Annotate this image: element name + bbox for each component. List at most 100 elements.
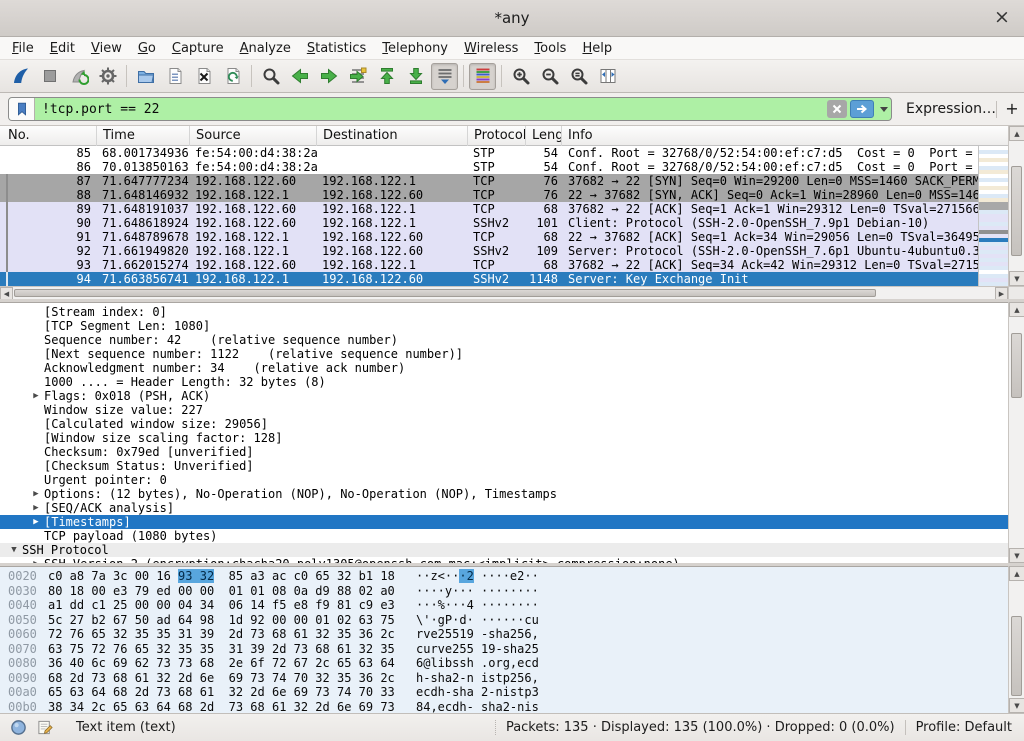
detail-line[interactable]: [Stream index: 0] <box>0 305 1008 319</box>
detail-line[interactable]: [Next sequence number: 1122 (relative se… <box>0 347 1008 361</box>
filter-bookmark-button[interactable] <box>9 97 35 121</box>
scroll-down-arrow[interactable]: ▼ <box>1009 548 1024 563</box>
scroll-up-arrow[interactable]: ▲ <box>1009 566 1024 581</box>
detail-line[interactable]: Urgent pointer: 0 <box>0 473 1008 487</box>
hex-ascii[interactable]: ecdh-sha 2-nistp3 <box>416 685 539 700</box>
menu-view[interactable]: View <box>83 37 130 60</box>
detail-line[interactable]: ▼SSH Protocol <box>0 543 1008 557</box>
hex-bytes[interactable]: 80 18 00 e3 79 ed 00 00 01 01 08 0a d9 8… <box>48 584 395 599</box>
file-close-button[interactable] <box>190 63 217 90</box>
column-header-source[interactable]: Source <box>190 126 317 146</box>
intelligent-scrollbar-minimap[interactable] <box>978 146 1008 286</box>
scroll-up-arrow[interactable]: ▲ <box>1009 126 1024 141</box>
zoom-in-button[interactable] <box>507 63 534 90</box>
packet-row-92[interactable]: 9271.661949820192.168.122.1192.168.122.6… <box>0 244 978 258</box>
resize-columns-button[interactable] <box>594 63 621 90</box>
detail-line[interactable]: Checksum: 0x79ed [unverified] <box>0 445 1008 459</box>
expression-button[interactable]: Expression… <box>906 93 996 126</box>
hex-bytes[interactable]: c0 a8 7a 3c 00 16 93 32 85 a3 ac c0 65 3… <box>48 569 395 584</box>
expander-collapsed-icon[interactable]: ▶ <box>28 501 44 515</box>
hex-bytes[interactable]: a1 dd c1 25 00 00 04 34 06 14 f5 e8 f9 8… <box>48 598 395 613</box>
packet-row-89[interactable]: 8971.648191037192.168.122.60192.168.122.… <box>0 202 978 216</box>
hex-bytes[interactable]: 63 75 72 76 65 32 35 35 31 39 2d 73 68 6… <box>48 642 395 657</box>
hex-ascii[interactable]: ···%···4 ········ <box>416 598 539 613</box>
find-packet-button[interactable] <box>257 63 284 90</box>
expander-collapsed-icon[interactable]: ▶ <box>28 487 44 501</box>
detail-line[interactable]: [Checksum Status: Unverified] <box>0 459 1008 473</box>
menu-tools[interactable]: Tools <box>526 37 574 60</box>
hex-ascii[interactable]: ··z<···2 ····e2·· <box>416 569 539 584</box>
scroll-down-arrow[interactable]: ▼ <box>1009 698 1024 713</box>
details-vscrollbar[interactable]: ▲ ▼ <box>1008 302 1024 563</box>
detail-line[interactable]: Sequence number: 42 (relative sequence n… <box>0 333 1008 347</box>
hex-row-0030[interactable]: 003080 18 00 e3 79 ed 00 00 01 01 08 0a … <box>0 584 1008 599</box>
zoom-out-button[interactable] <box>536 63 563 90</box>
packet-row-94[interactable]: 9471.663856741192.168.122.1192.168.122.6… <box>0 272 978 286</box>
menu-telephony[interactable]: Telephony <box>374 37 456 60</box>
packet-list-hscrollbar[interactable]: ◀ ▶ <box>0 286 1008 299</box>
menu-capture[interactable]: Capture <box>164 37 232 60</box>
hex-row-0060[interactable]: 006072 76 65 32 35 35 31 39 2d 73 68 61 … <box>0 627 1008 642</box>
packet-row-90[interactable]: 9071.648618924192.168.122.60192.168.122.… <box>0 216 978 230</box>
detail-line[interactable]: ▶[Timestamps] <box>0 515 1008 529</box>
filter-clear-button[interactable] <box>827 100 847 118</box>
capture-start-button[interactable] <box>7 63 34 90</box>
colorize-button[interactable] <box>469 63 496 90</box>
menu-wireless[interactable]: Wireless <box>456 37 526 60</box>
expander-expanded-icon[interactable]: ▼ <box>6 543 22 557</box>
go-last-button[interactable] <box>402 63 429 90</box>
detail-line[interactable]: ▶Flags: 0x018 (PSH, ACK) <box>0 389 1008 403</box>
scroll-down-arrow[interactable]: ▼ <box>1009 271 1024 286</box>
zoom-reset-button[interactable] <box>565 63 592 90</box>
detail-line[interactable]: ▶Options: (12 bytes), No-Operation (NOP)… <box>0 487 1008 501</box>
column-header-destination[interactable]: Destination <box>317 126 468 146</box>
filter-apply-button[interactable] <box>850 100 874 118</box>
bytes-vscrollbar[interactable]: ▲ ▼ <box>1008 566 1024 713</box>
filter-history-dropdown[interactable] <box>877 97 891 121</box>
detail-line[interactable]: [TCP Segment Len: 1080] <box>0 319 1008 333</box>
column-header-protocol[interactable]: Protocol <box>468 126 526 146</box>
hex-ascii[interactable]: rve25519 -sha256, <box>416 627 539 642</box>
display-filter-input[interactable]: !tcp.port == 22 <box>8 97 892 121</box>
hex-bytes[interactable]: 38 34 2c 65 63 64 68 2d 73 68 61 32 2d 6… <box>48 700 395 714</box>
go-back-button[interactable] <box>286 63 313 90</box>
column-header-no[interactable]: No. <box>0 126 97 146</box>
go-to-packet-button[interactable] <box>344 63 371 90</box>
capture-options-button[interactable] <box>94 63 121 90</box>
detail-line[interactable]: TCP payload (1080 bytes) <box>0 529 1008 543</box>
capture-comment-icon[interactable] <box>37 719 54 736</box>
column-header-length[interactable]: Length <box>526 126 562 146</box>
hex-bytes[interactable]: 68 2d 73 68 61 32 2d 6e 69 73 74 70 32 3… <box>48 671 395 686</box>
packet-row-91[interactable]: 9171.648789678192.168.122.1192.168.122.6… <box>0 230 978 244</box>
hex-ascii[interactable]: \'·gP·d· ······cu <box>416 613 539 628</box>
capture-restart-button[interactable] <box>65 63 92 90</box>
packet-list-vscrollbar[interactable]: ▲ ▼ <box>1008 126 1024 286</box>
detail-line[interactable]: 1000 .... = Header Length: 32 bytes (8) <box>0 375 1008 389</box>
packet-row-93[interactable]: 9371.662015274192.168.122.60192.168.122.… <box>0 258 978 272</box>
packet-row-88[interactable]: 8871.648146932192.168.122.1192.168.122.6… <box>0 188 978 202</box>
expander-collapsed-icon[interactable]: ▶ <box>28 515 44 529</box>
packet-row-86[interactable]: 8670.013850163fe:54:00:d4:38:2aSTP54Conf… <box>0 160 978 174</box>
packet-row-87[interactable]: 8771.647777234192.168.122.60192.168.122.… <box>0 174 978 188</box>
menu-help[interactable]: Help <box>574 37 620 60</box>
scroll-thumb[interactable] <box>1011 166 1022 256</box>
scroll-thumb[interactable] <box>1011 616 1022 696</box>
hex-row-0020[interactable]: 0020c0 a8 7a 3c 00 16 93 32 85 a3 ac c0 … <box>0 569 1008 584</box>
hex-ascii[interactable]: ····y··· ········ <box>416 584 539 599</box>
file-save-button[interactable] <box>161 63 188 90</box>
detail-line[interactable]: Window size value: 227 <box>0 403 1008 417</box>
hex-ascii[interactable]: 84,ecdh- sha2-nis <box>416 700 539 714</box>
hex-row-0040[interactable]: 0040a1 dd c1 25 00 00 04 34 06 14 f5 e8 … <box>0 598 1008 613</box>
detail-line[interactable]: [Window size scaling factor: 128] <box>0 431 1008 445</box>
scroll-thumb[interactable] <box>14 289 876 297</box>
packet-row-85[interactable]: 8568.001734936fe:54:00:d4:38:2aSTP54Conf… <box>0 146 978 160</box>
scroll-up-arrow[interactable]: ▲ <box>1009 302 1024 317</box>
detail-line[interactable]: ▶[SEQ/ACK analysis] <box>0 501 1008 515</box>
hex-ascii[interactable]: 6@libssh .org,ecd <box>416 656 539 671</box>
menu-go[interactable]: Go <box>130 37 164 60</box>
expert-info-icon[interactable] <box>10 719 27 736</box>
auto-scroll-button[interactable] <box>431 63 458 90</box>
hex-row-0050[interactable]: 00505c 27 b2 67 50 ad 64 98 1d 92 00 00 … <box>0 613 1008 628</box>
hex-row-0070[interactable]: 007063 75 72 76 65 32 35 35 31 39 2d 73 … <box>0 642 1008 657</box>
menu-analyze[interactable]: Analyze <box>232 37 299 60</box>
